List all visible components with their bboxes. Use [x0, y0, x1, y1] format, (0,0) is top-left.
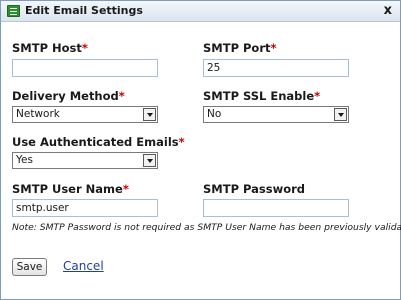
- smtp-host-input[interactable]: [12, 59, 158, 77]
- required-marker: *: [118, 89, 125, 103]
- delivery-method-value: Network: [16, 108, 60, 120]
- close-button[interactable]: x: [384, 3, 392, 18]
- dialog-title: Edit Email Settings: [25, 4, 143, 17]
- delivery-method-label: Delivery Method*: [12, 89, 125, 103]
- edit-email-settings-dialog: Edit Email Settings x SMTP Host* SMTP Po…: [0, 0, 401, 300]
- required-marker: *: [81, 41, 88, 55]
- smtp-host-label: SMTP Host*: [12, 41, 88, 55]
- chevron-down-icon[interactable]: [334, 108, 347, 121]
- smtp-password-label: SMTP Password: [203, 182, 305, 196]
- ssl-enable-select[interactable]: No: [203, 106, 349, 123]
- form-icon: [7, 5, 20, 17]
- required-marker: *: [178, 135, 185, 149]
- smtp-port-label: SMTP Port*: [203, 41, 277, 55]
- required-marker: *: [122, 182, 129, 196]
- smtp-password-label-text: SMTP Password: [203, 182, 306, 196]
- required-marker: *: [270, 41, 277, 55]
- use-auth-value: Yes: [16, 154, 33, 166]
- chevron-down-icon[interactable]: [143, 108, 156, 121]
- ssl-enable-label: SMTP SSL Enable*: [203, 89, 320, 103]
- delivery-method-select[interactable]: Network: [12, 106, 158, 123]
- use-auth-label: Use Authenticated Emails*: [12, 135, 185, 149]
- dialog-titlebar: Edit Email Settings x: [1, 1, 400, 22]
- password-note: Note: SMTP Password is not required as S…: [12, 222, 401, 233]
- ssl-enable-value: No: [207, 108, 222, 120]
- smtp-user-label-text: SMTP User Name: [12, 182, 123, 196]
- smtp-password-input[interactable]: [203, 199, 349, 217]
- delivery-method-label-text: Delivery Method: [12, 89, 119, 103]
- smtp-port-label-text: SMTP Port: [203, 41, 271, 55]
- use-auth-label-text: Use Authenticated Emails: [12, 135, 179, 149]
- cancel-link[interactable]: Cancel: [63, 259, 104, 273]
- chevron-down-icon[interactable]: [143, 154, 156, 167]
- smtp-user-label: SMTP User Name*: [12, 182, 129, 196]
- use-auth-select[interactable]: Yes: [12, 152, 158, 169]
- required-marker: *: [314, 89, 321, 103]
- smtp-user-input[interactable]: [12, 199, 158, 217]
- save-button[interactable]: Save: [12, 258, 47, 276]
- smtp-port-input[interactable]: [203, 59, 349, 77]
- ssl-enable-label-text: SMTP SSL Enable: [203, 89, 315, 103]
- smtp-host-label-text: SMTP Host: [12, 41, 82, 55]
